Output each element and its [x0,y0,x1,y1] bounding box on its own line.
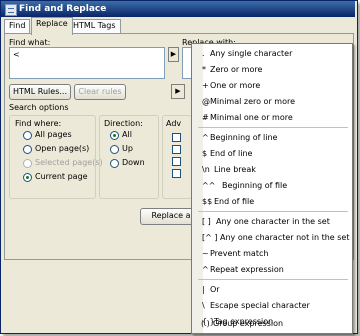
menu-item-end-of-file[interactable]: $$ End of file [192,194,352,210]
menu-item-label: Beginning of file [222,181,288,190]
menu-item-symbol: + [202,81,209,90]
menu-item-label: End of file [214,197,255,206]
menu-item-zero-or-more[interactable]: * Zero or more [192,62,352,78]
advanced-checkbox-2[interactable] [172,145,181,154]
tab-html-tags[interactable]: HTML Tags [68,19,121,34]
search-options-label: Search options [9,103,69,112]
menu-item-one-or-more[interactable]: + One or more [192,78,352,94]
menu-item-label: Any single character [210,49,293,58]
menu-item-label: Any one character in the set [216,217,330,226]
open-pages-radio[interactable] [23,145,32,154]
menu-item-escape-special-character[interactable]: \ Escape special character [192,298,352,314]
menu-item-any-not-in-set[interactable]: [^ ] Any one character not in the set [192,230,352,246]
menu-item-repeat-expression[interactable]: ^ Repeat expression [192,262,352,278]
advanced-checkbox-3[interactable] [172,157,181,166]
menu-item-beginning-of-file[interactable]: ^^ Beginning of file [192,178,352,194]
all-pages-label[interactable]: All pages [35,130,72,139]
menu-item-symbol: \n [202,165,210,174]
menu-item-label: Or [210,285,220,294]
advanced-label: Adv [166,119,182,128]
direction-label: Direction: [104,119,143,128]
menu-item-minimal-zero-or-more[interactable]: @ Minimal zero or more [192,94,352,110]
menu-item-label: Any one character not in the set [220,233,350,242]
find-what-label: Find what: [9,38,51,47]
tab-find[interactable]: Find [4,19,31,34]
menu-item-label: Escape special character [210,301,310,310]
menu-item-minimal-one-or-more[interactable]: # Minimal one or more [192,110,352,126]
menu-item-symbol: ^ [202,133,209,142]
find-what-field[interactable]: < [9,47,165,79]
regex-popup-menu: . Any single character * Zero or more + … [191,43,353,334]
menu-item-symbol: \ [202,301,205,310]
direction-all-radio[interactable] [110,131,119,140]
selected-pages-radio[interactable] [23,159,32,168]
menu-item-prevent-match[interactable]: ~ Prevent match [192,246,352,262]
menu-item-symbol: | [202,285,205,294]
open-pages-label[interactable]: Open page(s) [35,144,89,153]
menu-item-symbol: @ [202,97,210,106]
menu-item-symbol: ( ) [201,319,210,328]
direction-all-label[interactable]: All [122,130,132,139]
menu-item-symbol: ^ [202,265,209,274]
menu-item-symbol: [^ ] [202,233,218,242]
menu-item-any-single-character[interactable]: . Any single character [192,46,352,62]
menu-item-label: One or more [210,81,261,90]
menu-item-label: Prevent match [210,249,269,258]
all-pages-radio[interactable] [23,131,32,140]
find-what-value: < [13,50,20,59]
advanced-checkbox-1[interactable] [172,133,181,142]
direction-down-radio[interactable] [110,159,119,168]
advanced-checkbox-4[interactable] [172,169,181,178]
menu-item-any-in-set[interactable]: [ ] Any one character in the set [192,214,352,230]
menu-item-line-break[interactable]: \n Line break [192,162,352,178]
menu-item-end-of-line[interactable]: $ End of line [192,146,352,162]
direction-up-label[interactable]: Up [122,144,133,153]
menu-item-symbol: $ [202,149,208,158]
menu-item-label: Repeat expression [210,265,284,274]
selected-pages-label[interactable]: Selected page(s) [35,158,103,167]
window-title: Find and Replace [19,4,107,14]
menu-separator [198,127,348,128]
menu-separator [198,279,348,280]
menu-item-symbol: ^^ [202,181,216,190]
menu-item-symbol: * [202,65,206,74]
title-bar[interactable]: Find and Replace [1,1,355,17]
menu-item-symbol: . [202,49,205,58]
menu-item-label: Minimal one or more [210,113,293,122]
current-page-radio[interactable] [23,173,32,182]
direction-down-label[interactable]: Down [122,158,145,167]
menu-item-symbol: [ ] [202,217,211,226]
menu-item-or[interactable]: | Or [192,282,352,298]
menu-item-symbol: # [202,113,209,122]
tab-replace[interactable]: Replace [31,17,73,35]
find-regex-menu-button[interactable]: ▶ [168,47,179,62]
menu-item-label: End of line [210,149,253,158]
menu-item-label: Beginning of line [210,133,278,142]
app-icon [5,4,17,16]
menu-item-label: Line break [214,165,256,174]
find-where-label: Find where: [15,119,62,128]
clear-rules-button[interactable]: Clear rules [74,84,126,100]
direction-up-radio[interactable] [110,145,119,154]
html-rules-button[interactable]: HTML Rules... [9,84,71,100]
menu-item-label: Minimal zero or more [210,97,295,106]
rules-arrow-button[interactable]: ▶ [171,84,185,99]
menu-item-symbol: $$ [202,197,213,206]
menu-item-label: Group expression [213,319,284,328]
menu-item-symbol: ~ [202,249,209,258]
menu-separator [198,211,348,212]
menu-item-beginning-of-line[interactable]: ^ Beginning of line [192,130,352,146]
current-page-label[interactable]: Current page [35,172,88,181]
menu-item-label: Zero or more [210,65,263,74]
menu-item-group-expression[interactable]: ( ) Group expression [191,318,351,331]
